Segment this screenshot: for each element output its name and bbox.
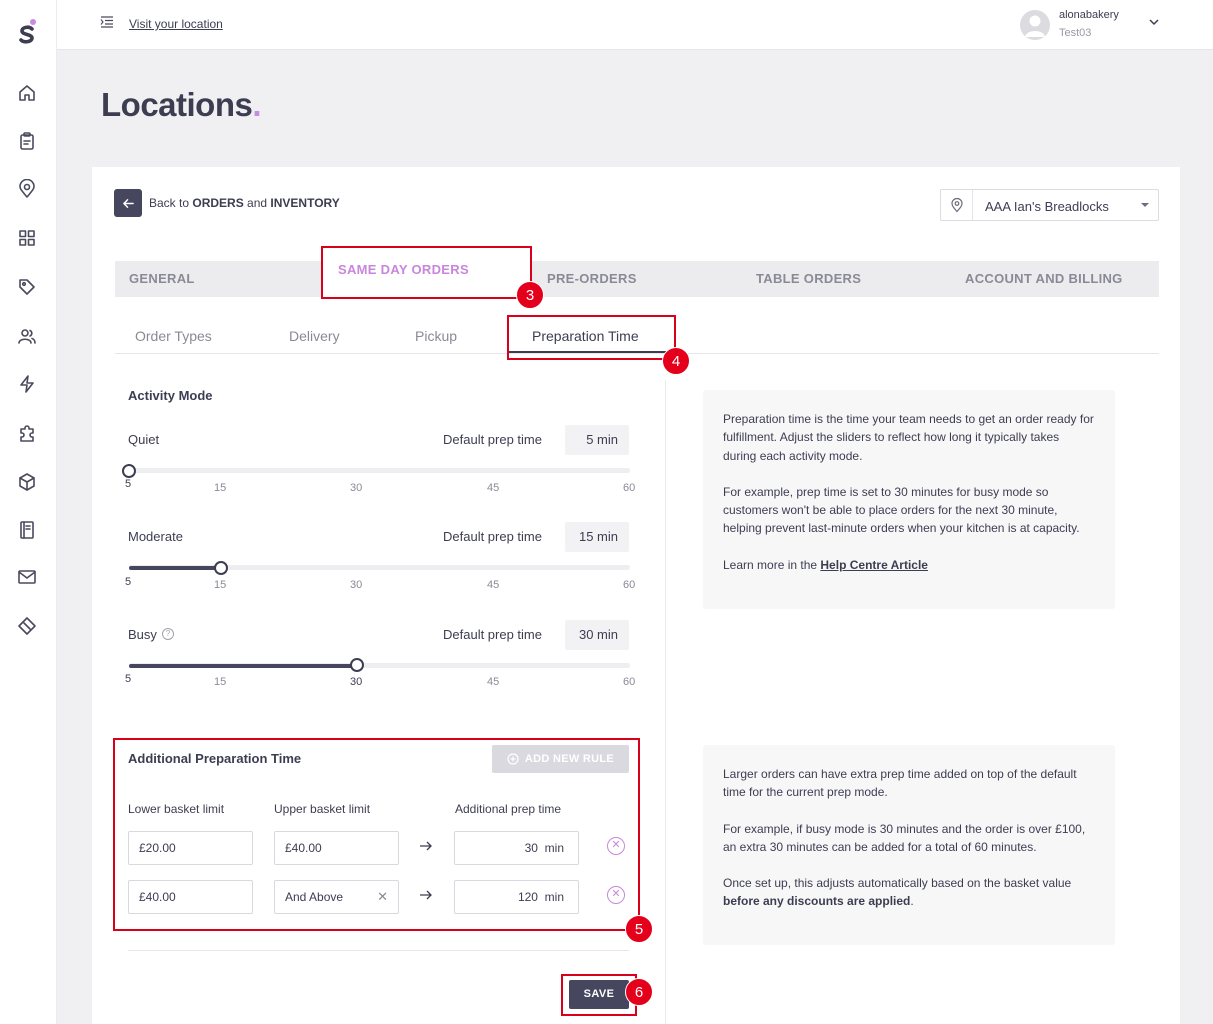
annotation-box-3	[321, 246, 532, 299]
tick-label: 30	[350, 579, 363, 591]
tick-label: 15	[214, 676, 227, 688]
tick-label: 45	[487, 482, 500, 494]
tick-label: 15	[214, 579, 227, 591]
slider-fill-busy	[129, 664, 358, 668]
tick-label: 5	[125, 576, 132, 588]
slider-thumb-moderate[interactable]	[214, 561, 228, 575]
lightning-icon[interactable]	[16, 373, 38, 395]
mail-icon[interactable]	[16, 566, 38, 588]
page-title-text: Locations	[101, 86, 253, 123]
tag-icon[interactable]	[16, 276, 38, 298]
arrow-left-icon	[122, 198, 134, 208]
back-orders: ORDERS	[192, 196, 244, 210]
sidebar	[0, 0, 57, 1024]
grid-icon[interactable]	[16, 227, 38, 249]
page-title-dot: .	[252, 86, 262, 123]
tick-label: 30	[350, 482, 363, 494]
chevron-down-icon[interactable]	[1148, 16, 1160, 28]
brand-logo[interactable]	[16, 18, 40, 44]
prep-value-busy[interactable]: 30 min	[565, 620, 629, 650]
annotation-box-5	[113, 738, 640, 931]
back-to-orders-link[interactable]: Back to ORDERS and INVENTORY	[149, 196, 340, 210]
caret-down-icon	[1141, 203, 1149, 207]
subtab-order-types[interactable]: Order Types	[135, 328, 212, 344]
info-paragraph: Larger orders can have extra prep time a…	[723, 767, 1077, 800]
help-icon[interactable]: ?	[162, 628, 174, 640]
info-paragraph: For example, if busy mode is 30 minutes …	[723, 821, 1086, 854]
tab-general[interactable]: GENERAL	[129, 261, 195, 297]
book-icon[interactable]	[16, 519, 38, 541]
avatar[interactable]	[1020, 10, 1050, 40]
additional-prep-info-panel: Larger orders can have extra prep time a…	[703, 745, 1115, 945]
home-icon[interactable]	[16, 82, 38, 104]
info-paragraph: Preparation time is the time your team n…	[723, 412, 1094, 463]
tick-label: 45	[487, 579, 500, 591]
annotation-box-4	[507, 315, 676, 360]
tick-label: 30	[350, 676, 363, 688]
tab-pre-orders[interactable]: PRE-ORDERS	[547, 261, 637, 297]
slider-thumb-busy[interactable]	[350, 658, 364, 672]
tick-label: 5	[125, 673, 132, 685]
annotation-badge-4: 4	[662, 347, 690, 375]
prep-value-quiet[interactable]: 5 min	[565, 425, 629, 455]
info-paragraph: For example, prep time is set to 30 minu…	[723, 484, 1080, 536]
tick-label: 60	[623, 579, 636, 591]
mode-label-busy: Busy	[128, 627, 157, 642]
help-centre-link[interactable]: Help Centre Article	[820, 558, 928, 572]
tick-label: 45	[487, 676, 500, 688]
annotation-badge-5: 5	[625, 915, 653, 943]
back-prefix: Back to	[149, 196, 193, 210]
mode-label-quiet: Quiet	[128, 432, 160, 447]
users-icon[interactable]	[16, 325, 38, 347]
tab-table-orders[interactable]: TABLE ORDERS	[756, 261, 861, 297]
page-title: Locations.	[101, 86, 262, 124]
tick-label: 5	[125, 478, 132, 490]
info-text: .	[910, 894, 914, 909]
clipboard-icon[interactable]	[16, 130, 38, 152]
info-text: Learn more in the	[723, 557, 821, 572]
user-name: alonabakery	[1059, 9, 1119, 21]
select-separator	[972, 190, 973, 220]
location-select-value: AAA Ian's Breadlocks	[985, 199, 1109, 214]
info-paragraph: Once set up, this adjusts automatically …	[723, 874, 1095, 911]
subtab-delivery[interactable]: Delivery	[289, 328, 340, 344]
tick-label: 15	[214, 482, 227, 494]
box-icon[interactable]	[16, 471, 38, 493]
mode-label-moderate: Moderate	[128, 529, 183, 544]
slider-track-quiet	[129, 468, 630, 473]
annotation-badge-3: 3	[516, 281, 544, 309]
prep-time-info-panel: Preparation time is the time your team n…	[703, 390, 1115, 609]
annotation-badge-6: 6	[625, 978, 653, 1006]
prep-label-moderate: Default prep time	[443, 529, 542, 544]
menu-collapse-icon[interactable]	[100, 16, 114, 28]
back-button[interactable]	[114, 189, 142, 217]
info-text: Once set up, this adjusts automatically …	[723, 876, 1072, 891]
info-bold-text: before any discounts are applied	[723, 894, 911, 909]
subtab-pickup[interactable]: Pickup	[415, 328, 457, 344]
prep-label-busy: Default prep time	[443, 627, 542, 642]
back-and: and	[243, 196, 271, 210]
column-divider	[665, 380, 666, 1024]
prep-value-moderate[interactable]: 15 min	[565, 522, 629, 552]
location-select[interactable]: AAA Ian's Breadlocks	[940, 189, 1159, 221]
slider-thumb-quiet[interactable]	[122, 464, 136, 478]
user-account: Test03	[1059, 27, 1092, 39]
form-divider	[128, 950, 629, 951]
tick-label: 60	[623, 482, 636, 494]
visit-location-link[interactable]: Visit your location	[129, 17, 223, 31]
tick-label: 60	[623, 676, 636, 688]
info-paragraph: Learn more in the Help Centre Article	[723, 556, 1095, 574]
location-pin-icon[interactable]	[16, 178, 38, 200]
prep-label-quiet: Default prep time	[443, 432, 542, 447]
location-pin-icon	[951, 197, 963, 213]
slider-fill-moderate	[129, 566, 221, 570]
back-inventory: INVENTORY	[270, 196, 340, 210]
activity-mode-heading: Activity Mode	[128, 388, 213, 403]
main-tabs: GENERAL SAME DAY ORDERS PRE-ORDERS TABLE…	[115, 247, 1159, 297]
top-bar: Visit your location alonabakery Test03	[57, 0, 1213, 50]
tab-account-and-billing[interactable]: ACCOUNT AND BILLING	[965, 261, 1123, 297]
ticket-icon[interactable]	[16, 615, 38, 637]
puzzle-icon[interactable]	[16, 422, 38, 444]
